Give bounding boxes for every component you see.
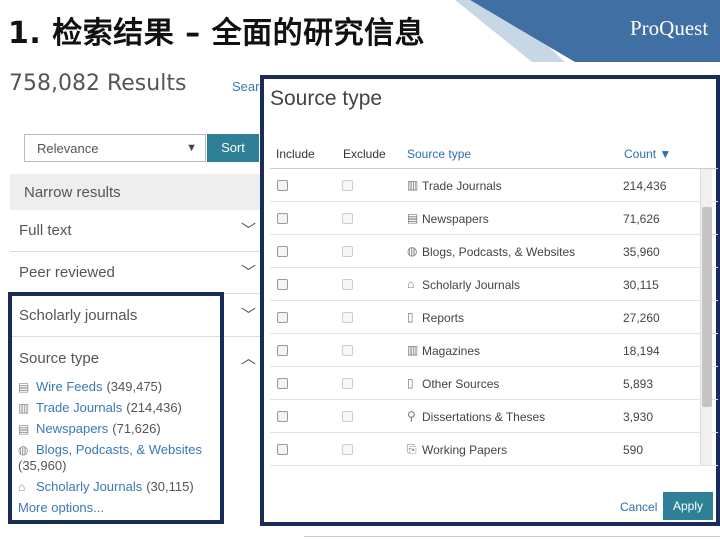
source-type-label: Other Sources — [422, 377, 500, 391]
source-type-label: Trade Journals — [422, 179, 502, 193]
report-icon: ▯ — [407, 310, 414, 324]
exclude-checkbox[interactable] — [342, 213, 353, 224]
header-include: Include — [276, 147, 315, 161]
include-checkbox[interactable] — [277, 279, 288, 290]
source-type-label: Blogs, Podcasts, & Websites — [422, 245, 576, 259]
header-source-type[interactable]: Source type — [407, 147, 471, 161]
divider — [304, 536, 720, 537]
trade-journal-icon: ▥ — [407, 178, 419, 192]
source-type-count: 71,626 — [623, 212, 660, 226]
working-paper-icon: ⎘ — [407, 442, 417, 456]
highlight-box-facets — [8, 292, 224, 524]
apply-button[interactable]: Apply — [663, 492, 713, 520]
facet-label: Peer reviewed — [19, 264, 115, 281]
sort-button[interactable]: Sort — [207, 134, 259, 162]
source-type-label: Reports — [422, 311, 465, 325]
table-row: ◍ Blogs, Podcasts, & Websites 35,960 — [270, 235, 718, 268]
source-type-label: Magazines — [422, 344, 481, 358]
source-type-count: 27,260 — [623, 311, 660, 325]
source-type-label: Scholarly Journals — [422, 278, 521, 292]
sort-select-value: Relevance — [37, 141, 99, 156]
table-row: ⌂ Scholarly Journals 30,115 — [270, 268, 718, 301]
slide-title: 1. 检索结果 – 全面的研究信息 — [8, 16, 426, 51]
dialog-scrollbar[interactable] — [700, 169, 712, 465]
graduation-cap-icon: ⌂ — [407, 277, 415, 291]
chevron-down-icon: ▼ — [186, 142, 197, 154]
include-checkbox[interactable] — [277, 345, 288, 356]
chevron-down-icon: ﹀ — [240, 222, 256, 239]
source-type-dialog: Source type Include Exclude Source type … — [260, 75, 720, 526]
source-type-count: 214,436 — [623, 179, 667, 193]
document-icon: ▯ — [407, 376, 414, 390]
table-row: ▥ Magazines 18,194 — [270, 334, 718, 367]
include-checkbox[interactable] — [277, 213, 288, 224]
table-row: ▯ Reports 27,260 — [270, 301, 718, 334]
table-row: ▥ Trade Journals 214,436 — [270, 169, 718, 202]
newspaper-icon: ▤ — [407, 211, 419, 225]
search-link[interactable]: Search — [232, 79, 260, 94]
cancel-button[interactable]: Cancel — [620, 500, 657, 514]
results-count: 758,082 Results — [9, 71, 187, 96]
table-row: ⚲ Dissertations & Theses 3,930 — [270, 400, 718, 433]
proquest-logo: ProQuest — [630, 16, 709, 40]
dialog-table-header: Include Exclude Source type Count ▼ — [270, 139, 718, 169]
exclude-checkbox[interactable] — [342, 378, 353, 389]
include-checkbox[interactable] — [277, 444, 288, 455]
source-type-label: Working Papers — [422, 443, 508, 457]
source-type-label: Newspapers — [422, 212, 489, 226]
table-row: ⎘ Working Papers 590 — [270, 433, 718, 466]
include-checkbox[interactable] — [277, 246, 288, 257]
exclude-checkbox[interactable] — [342, 180, 353, 191]
table-row: ▤ Newspapers 71,626 — [270, 202, 718, 235]
source-type-count: 18,194 — [623, 344, 660, 358]
exclude-checkbox[interactable] — [342, 312, 353, 323]
exclude-checkbox[interactable] — [342, 279, 353, 290]
header-exclude: Exclude — [343, 147, 386, 161]
dissertation-icon: ⚲ — [407, 409, 416, 423]
globe-icon: ◍ — [407, 244, 418, 258]
table-row: ▯ Other Sources 5,893 — [270, 367, 718, 400]
source-type-count: 590 — [623, 443, 644, 457]
exclude-checkbox[interactable] — [342, 345, 353, 356]
source-type-count: 35,960 — [623, 245, 660, 259]
facet-full-text[interactable]: Full text ﹀ — [10, 210, 260, 252]
source-type-label: Dissertations & Theses — [422, 410, 546, 424]
include-checkbox[interactable] — [277, 411, 288, 422]
include-checkbox[interactable] — [277, 312, 288, 323]
chevron-down-icon: ﹀ — [240, 307, 256, 324]
scrollbar-thumb[interactable] — [702, 207, 712, 407]
exclude-checkbox[interactable] — [342, 444, 353, 455]
include-checkbox[interactable] — [277, 180, 288, 191]
chevron-up-icon: ︿ — [240, 350, 256, 367]
include-checkbox[interactable] — [277, 378, 288, 389]
facet-label: Full text — [19, 222, 72, 239]
magazine-icon: ▥ — [407, 343, 419, 357]
sort-select[interactable]: Relevance ▼ — [24, 134, 206, 162]
narrow-results-header: Narrow results — [10, 174, 260, 210]
facet-peer-reviewed[interactable]: Peer reviewed ﹀ — [10, 252, 260, 294]
dialog-table-body: ▥ Trade Journals 214,436 ▤ Newspapers 71… — [270, 169, 718, 466]
chevron-down-icon: ﹀ — [240, 264, 256, 281]
source-type-count: 3,930 — [623, 410, 654, 424]
exclude-checkbox[interactable] — [342, 246, 353, 257]
source-type-count: 5,893 — [623, 377, 654, 391]
header-count[interactable]: Count ▼ — [624, 147, 671, 161]
dialog-title: Source type — [270, 87, 383, 110]
source-type-count: 30,115 — [623, 278, 659, 292]
exclude-checkbox[interactable] — [342, 411, 353, 422]
